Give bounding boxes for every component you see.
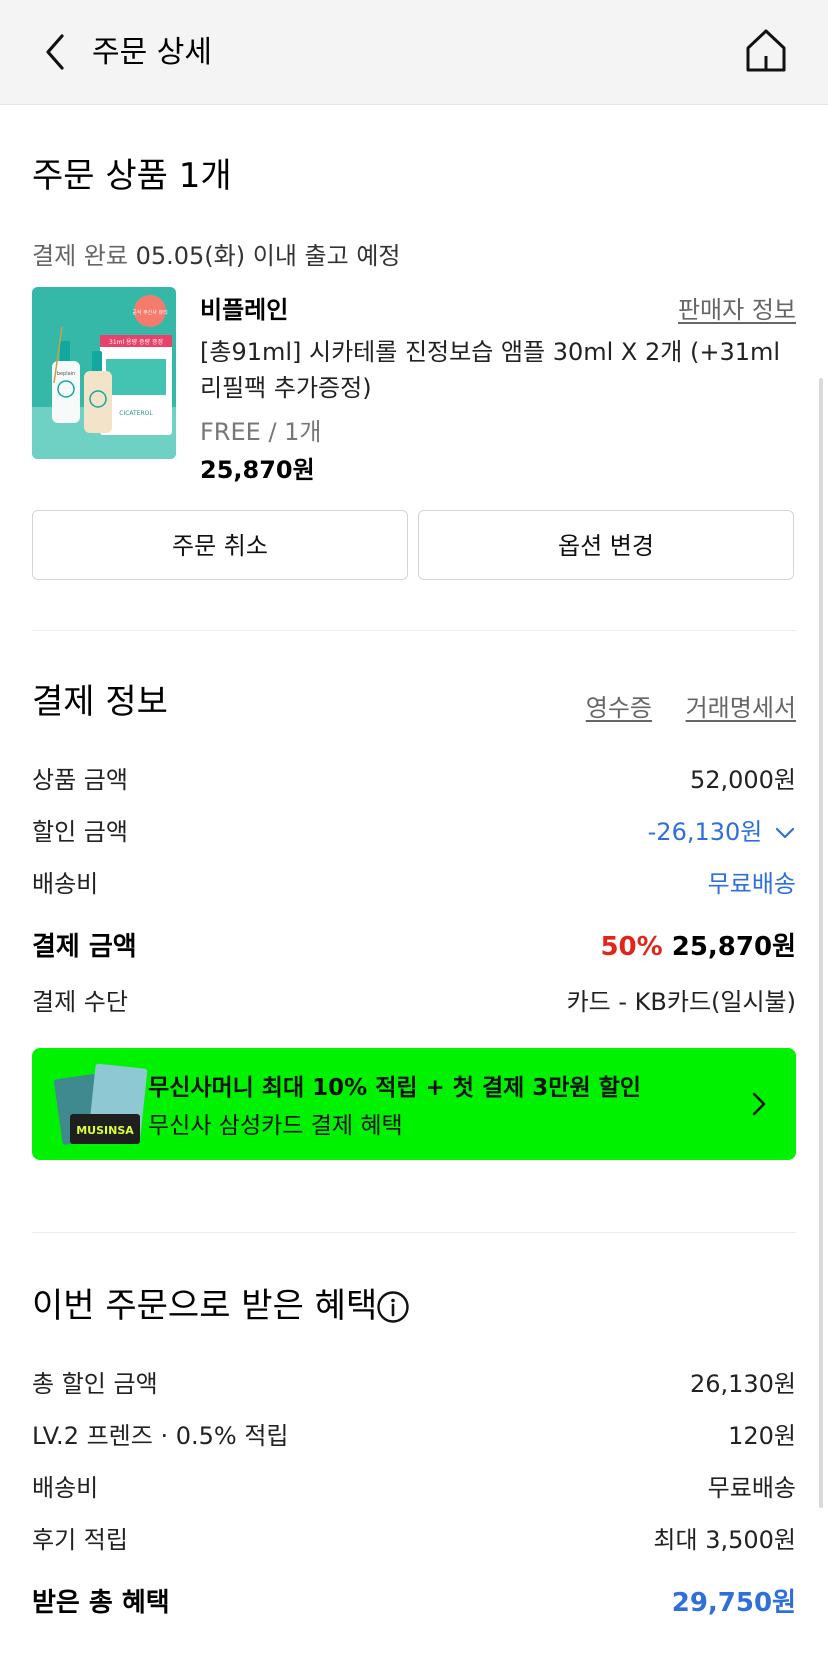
page-title: 주문 상세 <box>92 35 212 70</box>
info-icon[interactable] <box>376 1290 410 1324</box>
banner-title: 무신사머니 최대 10% 적립 + 첫 결제 3만원 할인 <box>148 1075 641 1101</box>
product-option: FREE / 1개 <box>200 418 322 446</box>
discount-amount-value: -26,130원 <box>647 818 763 846</box>
order-status-label: 결제 완료 <box>32 242 128 270</box>
payment-total-label: 결제 금액 <box>32 932 137 962</box>
received-total-label: 받은 총 혜택 <box>32 1588 170 1618</box>
benefit-shipping-value: 무료배송 <box>707 1474 796 1502</box>
card-promo-banner[interactable]: MUSINSA 무신사머니 최대 10% 적립 + 첫 결제 3만원 할인 무신… <box>32 1048 796 1160</box>
scrollbar[interactable] <box>819 378 823 1508</box>
review-reward-label: 후기 적립 <box>32 1526 128 1554</box>
benefit-shipping-label: 배송비 <box>32 1474 99 1502</box>
payment-total-value: 25,870원 <box>671 932 796 962</box>
product-name[interactable]: [총91ml] 시카테롤 진정보습 앰플 30ml X 2개 (+31ml 리필… <box>200 334 796 406</box>
discount-amount-toggle[interactable]: -26,130원 <box>648 812 796 847</box>
seller-info-link[interactable]: 판매자 정보 <box>678 290 796 325</box>
change-option-button[interactable]: 옵션 변경 <box>418 510 794 580</box>
discount-rate: 50% <box>600 932 663 962</box>
promo-card-image: MUSINSA <box>54 1063 148 1145</box>
pack-brand: CICATEROL <box>119 410 153 417</box>
chevron-left-icon[interactable] <box>36 28 76 76</box>
product-amount-value: 52,000원 <box>689 766 796 794</box>
section-divider <box>32 1232 796 1233</box>
payment-method-label: 결제 수단 <box>32 988 128 1016</box>
chevron-down-icon <box>775 827 795 839</box>
shipping-note: 05.05(화) 이내 출고 예정 <box>135 242 401 270</box>
shipping-status: 결제 완료 05.05(화) 이내 출고 예정 <box>32 236 400 271</box>
payment-section-title: 결제 정보 <box>32 682 168 722</box>
benefits-section-title: 이번 주문으로 받은 혜택 <box>32 1286 378 1326</box>
receipt-link[interactable]: 영수증 <box>586 688 652 723</box>
section-divider <box>32 630 796 631</box>
product-brand[interactable]: 비플레인 <box>200 290 288 325</box>
order-section-title: 주문 상품 1개 <box>32 156 232 196</box>
chevron-right-icon <box>752 1092 766 1116</box>
level-reward-value: 120원 <box>728 1422 796 1450</box>
pack-label: 31ml 용량 증량 증정 <box>109 339 163 346</box>
review-reward-value: 최대 3,500원 <box>653 1526 796 1554</box>
banner-subtitle: 무신사 삼성카드 결제 혜택 <box>148 1113 403 1139</box>
promo-card-text: MUSINSA <box>76 1124 134 1137</box>
bottle-brand: beplain <box>57 371 75 377</box>
product-price: 25,870원 <box>200 456 315 484</box>
level-reward-label: LV.2 프렌즈 · 0.5% 적립 <box>32 1422 289 1450</box>
product-photo: 31ml 용량 증량 증정 CICATEROL beplain 공식 무신사 뷰… <box>32 287 176 459</box>
total-discount-label: 총 할인 금액 <box>32 1370 158 1398</box>
shipping-fee-label: 배송비 <box>32 870 99 898</box>
home-icon[interactable] <box>744 26 788 76</box>
payment-total: 50% 25,870원 <box>600 926 796 963</box>
received-total-value: 29,750원 <box>671 1588 796 1618</box>
payment-method-value: 카드 - KB카드(일시불) <box>566 988 796 1016</box>
product-amount-label: 상품 금액 <box>32 766 128 794</box>
top-app-bar: 주문 상세 <box>0 0 828 105</box>
transaction-statement-link[interactable]: 거래명세서 <box>686 688 796 723</box>
official-badge: 공식 무신사 뷰티 <box>132 309 167 316</box>
product-image[interactable]: 31ml 용량 증량 증정 CICATEROL beplain 공식 무신사 뷰… <box>32 287 176 459</box>
discount-amount-label: 할인 금액 <box>32 818 128 846</box>
shipping-fee-value: 무료배송 <box>707 870 796 898</box>
total-discount-value: 26,130원 <box>689 1370 796 1398</box>
cancel-order-button[interactable]: 주문 취소 <box>32 510 408 580</box>
